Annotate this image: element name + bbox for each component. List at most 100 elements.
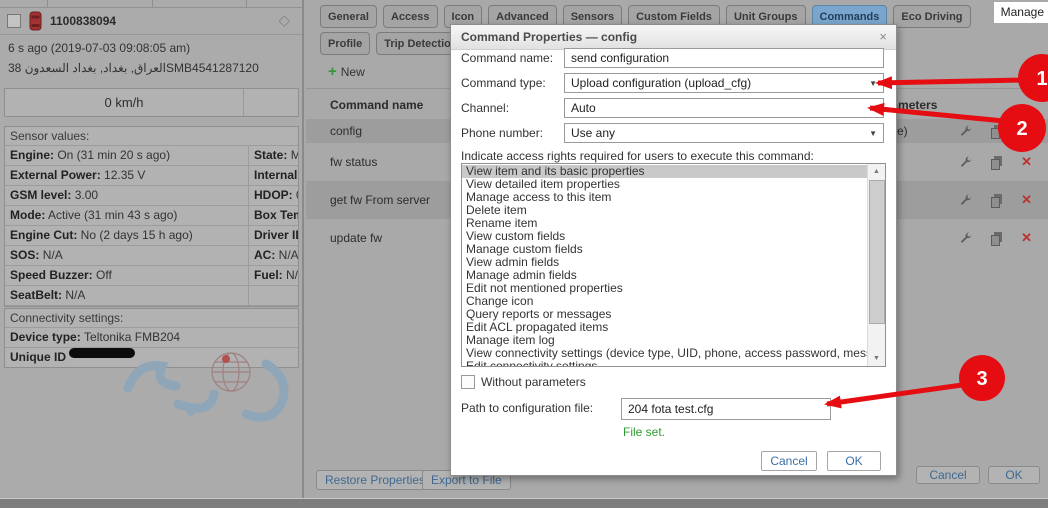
properties-tab[interactable]: Access [383, 5, 438, 28]
sensor-row: External Power: 12.35 V Internal B [5, 166, 298, 186]
command-properties-dialog: Command Properties — config × Command na… [450, 24, 897, 476]
car-icon [29, 11, 42, 31]
access-right-item[interactable]: Change icon [462, 295, 868, 308]
command-name-input[interactable] [564, 48, 884, 68]
properties-tab[interactable]: Eco Driving [893, 5, 970, 28]
locate-unit-icon[interactable]: ◇ [278, 11, 290, 29]
sensor-row: SOS: N/A AC: N/A [5, 246, 298, 266]
command-name-header: Command name [330, 98, 423, 112]
manage-tooltip: Manage [994, 2, 1048, 23]
unit-status-block: 6 s ago (2019-07-03 09:08:05 am) العراق,… [8, 38, 298, 78]
plus-icon: + [328, 63, 337, 80]
copy-command-icon[interactable] [990, 124, 1004, 139]
unit-address: العراق, بغداد, بغداد السعدون 38SMB454128… [8, 58, 298, 78]
new-command-button[interactable]: +New [322, 62, 371, 81]
speed-box: 0 km/h [4, 88, 299, 117]
copy-command-icon[interactable] [990, 155, 1004, 170]
access-right-item[interactable]: Edit not mentioned properties [462, 282, 868, 295]
speed-value: 0 km/h [5, 89, 244, 116]
unit-id: 1100838094 [50, 14, 116, 28]
without-parameters-checkbox[interactable] [461, 375, 475, 389]
access-right-item[interactable]: View item and its basic properties [462, 165, 868, 178]
without-parameters-row: Without parameters [461, 375, 586, 389]
phone-number-select[interactable]: Use any ▼ [564, 123, 884, 143]
access-right-item[interactable]: View custom fields [462, 230, 868, 243]
dialog-cancel-button[interactable]: Cancel [761, 451, 817, 471]
file-set-status: File set. [623, 425, 665, 439]
chevron-down-icon: ▼ [869, 129, 877, 138]
copy-command-icon[interactable] [990, 193, 1004, 208]
edit-command-icon[interactable] [958, 193, 973, 208]
command-parameters: e) [897, 124, 908, 138]
edit-command-icon[interactable] [958, 231, 973, 246]
delete-command-icon[interactable]: ✕ [1021, 230, 1032, 246]
command-name: config [330, 124, 362, 138]
connectivity-title: Connectivity settings: [5, 309, 298, 328]
command-name: fw status [330, 155, 377, 169]
sensor-row: SeatBelt: N/A [5, 286, 298, 306]
edit-command-icon[interactable] [958, 155, 973, 170]
edit-command-icon[interactable] [958, 124, 973, 139]
channel-label: Channel: [461, 98, 509, 118]
restore-properties-button[interactable]: Restore Properties [316, 470, 434, 490]
scroll-down-icon[interactable]: ▼ [868, 351, 885, 366]
delete-command-icon[interactable]: ✕ [1021, 192, 1032, 208]
access-right-item[interactable]: Edit connectivity settings [462, 360, 868, 367]
status-bar [0, 498, 1048, 508]
access-right-item[interactable]: View connectivity settings (device type,… [462, 347, 868, 360]
chevron-down-icon: ▼ [869, 79, 877, 88]
access-right-item[interactable]: Manage custom fields [462, 243, 868, 256]
access-rights-listbox: View item and its basic propertiesView d… [461, 163, 886, 367]
copy-command-icon[interactable] [990, 231, 1004, 246]
sensor-values-table: Sensor values: Engine: On (31 min 20 s a… [4, 126, 299, 307]
access-right-item[interactable]: Rename item [462, 217, 868, 230]
window-ok-button[interactable]: OK [988, 466, 1040, 484]
watermark-logo [118, 350, 303, 435]
delete-command-icon[interactable]: ✕ [1021, 123, 1032, 139]
tab-bar-row2: ProfileTrip Detection [320, 32, 466, 55]
without-parameters-label: Without parameters [481, 375, 586, 389]
chevron-down-icon: ▼ [869, 104, 877, 113]
phone-number-label: Phone number: [461, 123, 543, 143]
command-name-label: Command name: [461, 48, 553, 68]
path-input[interactable] [621, 398, 831, 420]
access-right-item[interactable]: Manage admin fields [462, 269, 868, 282]
channel-select[interactable]: Auto ▼ [564, 98, 884, 118]
unit-checkbox[interactable] [7, 14, 21, 28]
sensor-row: Mode: Active (31 min 43 s ago) Box Temp [5, 206, 298, 226]
sensor-row: GSM level: 3.00 HDOP: 0.5 [5, 186, 298, 206]
scrollbar-thumb[interactable] [869, 180, 885, 324]
access-right-item[interactable]: Manage item log [462, 334, 868, 347]
command-name: update fw [330, 231, 382, 245]
listbox-scrollbar[interactable]: ▲ ▼ [867, 164, 885, 366]
close-icon[interactable]: × [879, 29, 887, 44]
command-type-select[interactable]: Upload configuration (upload_cfg) ▼ [564, 73, 884, 93]
sensor-row: Speed Buzzer: Off Fuel: N/A [5, 266, 298, 286]
access-right-item[interactable]: View detailed item properties [462, 178, 868, 191]
sensor-rows: Engine: On (31 min 20 s ago) State: Mov … [5, 146, 298, 306]
access-right-item[interactable]: Edit ACL propagated items [462, 321, 868, 334]
path-label: Path to configuration file: [461, 401, 593, 415]
window-cancel-button[interactable]: Cancel [916, 466, 980, 484]
unit-row[interactable]: 1100838094 ◇ [0, 8, 302, 35]
sensor-row: Engine Cut: No (2 days 15 h ago) Driver … [5, 226, 298, 246]
device-type-row: Device type: Teltonika FMB204 [5, 328, 298, 348]
properties-tab[interactable]: Profile [320, 32, 370, 55]
dialog-ok-button[interactable]: OK [827, 451, 881, 471]
unit-info-panel: 1100838094 ◇ 6 s ago (2019-07-03 09:08:0… [0, 0, 304, 508]
delete-command-icon[interactable]: ✕ [1021, 154, 1032, 170]
access-right-item[interactable]: Query reports or messages [462, 308, 868, 321]
command-name: get fw From server [330, 193, 430, 207]
sensor-row: Engine: On (31 min 20 s ago) State: Mov [5, 146, 298, 166]
sensor-values-title: Sensor values: [5, 127, 298, 146]
access-right-item[interactable]: Delete item [462, 204, 868, 217]
command-type-label: Command type: [461, 73, 546, 93]
scroll-up-icon[interactable]: ▲ [868, 164, 885, 179]
access-right-item[interactable]: Manage access to this item [462, 191, 868, 204]
unit-list-header [0, 0, 302, 8]
access-right-item[interactable]: View admin fields [462, 256, 868, 269]
app-root: 1100838094 ◇ 6 s ago (2019-07-03 09:08:0… [0, 0, 1048, 508]
dialog-title: Command Properties — config [451, 25, 896, 50]
access-rights-label: Indicate access rights required for user… [461, 149, 814, 163]
properties-tab[interactable]: General [320, 5, 377, 28]
